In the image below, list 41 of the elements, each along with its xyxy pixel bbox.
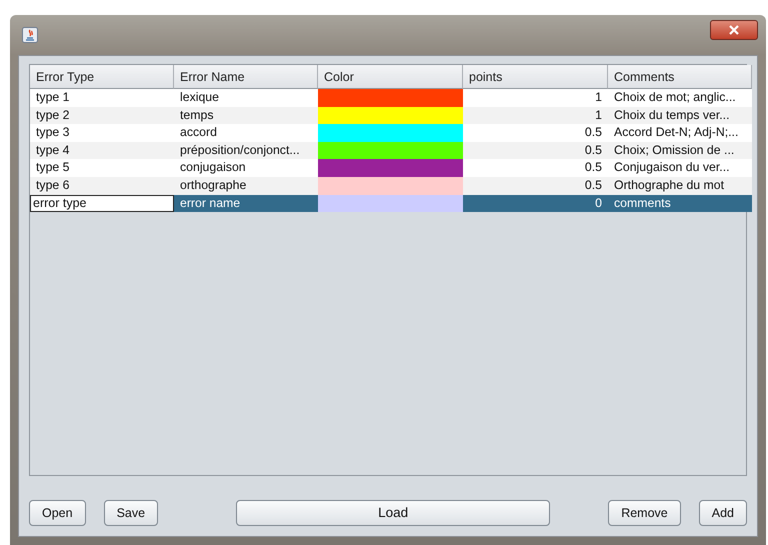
table-cell: accord [174, 124, 318, 142]
table-cell: 0.5 [463, 176, 608, 195]
table-cell: type 6 [30, 176, 174, 195]
column-header[interactable]: Color [318, 65, 463, 89]
table-cell: Choix; Omission de ... [608, 142, 752, 160]
table-cell: type 1 [30, 89, 174, 107]
button[interactable]: Add [698, 500, 747, 526]
table-cell: Accord Det-N; Adj-N;... [608, 124, 752, 142]
close-icon [728, 25, 740, 35]
close-button[interactable] [710, 20, 758, 40]
table-cell: Conjugaison du ver... [608, 159, 752, 177]
button[interactable]: Remove [608, 500, 681, 526]
column-header[interactable]: Error Name [174, 65, 318, 89]
column-header[interactable]: points [463, 65, 608, 89]
table-cell: temps [174, 106, 318, 124]
table-cell: comments [608, 194, 752, 212]
table-cell: type 3 [30, 124, 174, 142]
table-cell: conjugaison [174, 159, 318, 177]
java-icon [22, 27, 38, 43]
table-cell: Choix du temps ver... [608, 106, 752, 124]
cell-input-field[interactable]: error type [30, 194, 174, 212]
table-cell: préposition/conjonct... [174, 142, 318, 160]
table-cell: Choix de mot; anglic... [608, 89, 752, 107]
table-cell: type 4 [30, 142, 174, 160]
table-cell: error name [174, 194, 318, 212]
button[interactable]: Open [29, 500, 86, 526]
table-cell: 0.5 [463, 142, 608, 160]
table-cell: 0.5 [463, 124, 608, 142]
table-cell: type 2 [30, 106, 174, 124]
table-cell: type 5 [30, 159, 174, 177]
button[interactable]: Load [236, 500, 550, 526]
button[interactable]: Save [104, 500, 158, 526]
table-cell: 1 [463, 106, 608, 124]
table-cell: orthographe [174, 176, 318, 195]
table-cell: 0 [463, 194, 608, 212]
column-header[interactable]: Comments [608, 65, 752, 89]
table-cell: lexique [174, 89, 318, 107]
table-cell: 0.5 [463, 159, 608, 177]
table-cell: 1 [463, 89, 608, 107]
table-cell: Orthographe du mot [608, 176, 752, 195]
column-header[interactable]: Error Type [30, 65, 174, 89]
